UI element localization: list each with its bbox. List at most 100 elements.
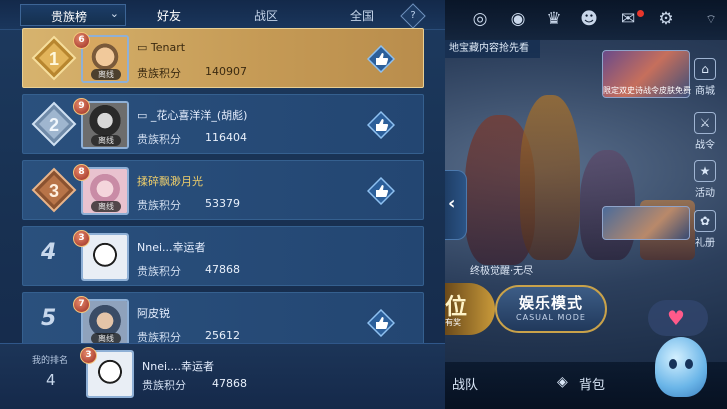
rank-number: 5 [41, 306, 57, 331]
gift-icon: ✿ [694, 210, 716, 232]
pass-label: 战令 [695, 140, 715, 151]
player-name-text: 阿皮锐 [137, 307, 170, 320]
svg-text:2: 2 [49, 115, 59, 135]
rank-number: 4 [41, 240, 57, 265]
help-icon: ? [410, 10, 416, 21]
pass-button[interactable]: ⚔ 战令 [690, 112, 720, 151]
heart-icon: ♥ [667, 306, 685, 330]
chevron-down-icon: ⌄ [109, 7, 119, 20]
offline-status-badge: 离线 [91, 69, 121, 80]
mascot-pet[interactable] [655, 337, 707, 397]
casual-mode-title: 娱乐模式 [518, 294, 583, 312]
vip-level-badge: 8 [73, 164, 90, 181]
score-value: 47868 [205, 263, 240, 276]
pass-icon: ⚔ [694, 112, 716, 134]
vip-level-badge: 7 [73, 296, 90, 313]
leaderboard-row[interactable]: 1 离线 6 ▭ Tenart 贵族积分 140907 [22, 28, 424, 88]
tab-national[interactable]: 全国 [350, 7, 374, 24]
player-name-text: Nnei...幸运者 [137, 241, 206, 254]
rank-2-badge-icon: 2 [31, 101, 77, 147]
activity-button[interactable]: ★ 活动 [690, 160, 720, 199]
event-banner[interactable]: 限定双史诗战令皮肤免费 [602, 50, 691, 98]
chat-bubble[interactable]: ♥ [648, 300, 708, 336]
tab-region[interactable]: 战区 [254, 7, 278, 24]
board-type-label: 贵族榜 [51, 10, 88, 24]
bag-icon: ◈ [557, 374, 568, 390]
friends-icon[interactable]: ☻ [578, 8, 600, 30]
vip-level-badge: 9 [73, 98, 90, 115]
shop-button[interactable]: ⌂ 商城 [690, 58, 720, 97]
leaderboard-tabs: 贵族榜 ⌄ 好友 战区 全国 ? [0, 0, 445, 32]
leaderboard-row[interactable]: 3 离线 8 揉碎飘渺月光 贵族积分 53379 [22, 160, 424, 220]
trophy-icon[interactable]: ♛ [543, 8, 565, 30]
score-label: 贵族积分 [137, 265, 181, 278]
thumbs-up-icon[interactable] [367, 45, 395, 73]
score-label: 贵族积分 [137, 199, 181, 212]
settings-icon[interactable]: ⚙ [655, 8, 677, 30]
event-banner-text: 限定双史诗战令皮肤免费 [603, 86, 691, 95]
gift-button[interactable]: ✿ 礼册 [690, 210, 720, 249]
chevron-left-icon: ‹ [448, 193, 456, 214]
ranked-mode-button[interactable]: 位 有奖 [445, 283, 495, 335]
tab-friends[interactable]: 好友 [146, 7, 192, 32]
lobby-subtitle: 终极觉醒·无尽 [470, 266, 534, 277]
hero-figure [580, 150, 635, 260]
mail-icon[interactable]: ✉ [617, 8, 639, 30]
activity-icon: ★ [694, 160, 716, 182]
casual-mode-button[interactable]: 娱乐模式 CASUAL MODE [495, 285, 607, 333]
thumbs-up-icon[interactable] [367, 177, 395, 205]
leaderboard-row[interactable]: 4 3 Nnei...幸运者 贵族积分 47868 [22, 226, 424, 286]
thumbs-up-icon[interactable] [367, 111, 395, 139]
activity-label: 活动 [695, 188, 715, 199]
my-rank-label: 我的排名 [32, 356, 69, 366]
vip-level-badge: 3 [80, 347, 97, 364]
mascot-eye [685, 359, 693, 369]
offline-status-badge: 离线 [91, 135, 121, 146]
vip-level-badge: 6 [73, 32, 90, 49]
player-name: ▭ Tenart [137, 41, 185, 54]
target-icon[interactable]: ◎ [469, 8, 491, 30]
rank-3-badge-icon: 3 [31, 167, 77, 213]
title-icon: ▭ [137, 109, 151, 122]
my-rank-number: 4 [46, 371, 56, 389]
score-value: 25612 [205, 329, 240, 342]
my-rank-footer: 我的排名 4 3 Nnei....幸运者 贵族积分 47868 [0, 343, 445, 409]
mascot-eye [669, 359, 677, 369]
leaderboard-row[interactable]: 2 离线 9 ▭ _花心喜洋洋_(胡彪) 贵族积分 116404 [22, 94, 424, 154]
team-button[interactable]: 战队 [452, 374, 478, 393]
notice-ticker[interactable]: 地宝藏内容抢先看 [445, 40, 540, 58]
score-value: 53379 [205, 197, 240, 210]
board-type-select[interactable]: 贵族榜 ⌄ [20, 4, 126, 26]
score-label: 贵族积分 [137, 67, 181, 80]
hero-figure [520, 95, 580, 260]
avatar-image [83, 235, 127, 279]
casual-mode-sub: CASUAL MODE [516, 313, 586, 322]
player-name-text: Tenart [150, 41, 186, 54]
event-banner-secondary[interactable] [602, 206, 690, 240]
shop-label: 商城 [695, 86, 715, 97]
player-name-text: _花心喜洋洋_(胡彪) [150, 109, 248, 122]
score-value: 140907 [205, 65, 247, 78]
vip-level-badge: 3 [73, 230, 90, 247]
offline-status-badge: 离线 [91, 201, 121, 212]
my-player-name: Nnei....幸运者 [142, 360, 215, 373]
leaderboard-panel: 贵族榜 ⌄ 好友 战区 全国 ? 1 离线 6 ▭ Tenart 贵族积分 14… [0, 0, 445, 409]
ranked-mode-sub: 有奖 [445, 318, 461, 327]
svg-text:1: 1 [49, 49, 59, 69]
bag-button[interactable]: 背包 [579, 374, 605, 393]
title-icon: ▭ [137, 41, 151, 54]
player-name-text: 揉碎飘渺月光 [137, 175, 203, 188]
score-label: 贵族积分 [137, 133, 181, 146]
shop-icon: ⌂ [694, 58, 716, 80]
svg-text:3: 3 [49, 181, 59, 201]
lobby-top-bar: ◎ ◉ ♛ ☻ ✉ ⚙ ⌔ [445, 0, 727, 40]
wifi-icon: ⌔ [705, 12, 717, 26]
eye-icon[interactable]: ◉ [507, 8, 529, 30]
score-label: 贵族积分 [142, 379, 186, 392]
gift-label: 礼册 [695, 238, 715, 249]
collapse-panel-button[interactable]: ‹ [445, 170, 467, 240]
notification-dot [637, 10, 644, 17]
my-score-value: 47868 [212, 377, 247, 390]
thumbs-up-icon[interactable] [367, 309, 395, 337]
help-button[interactable]: ? [400, 3, 426, 29]
